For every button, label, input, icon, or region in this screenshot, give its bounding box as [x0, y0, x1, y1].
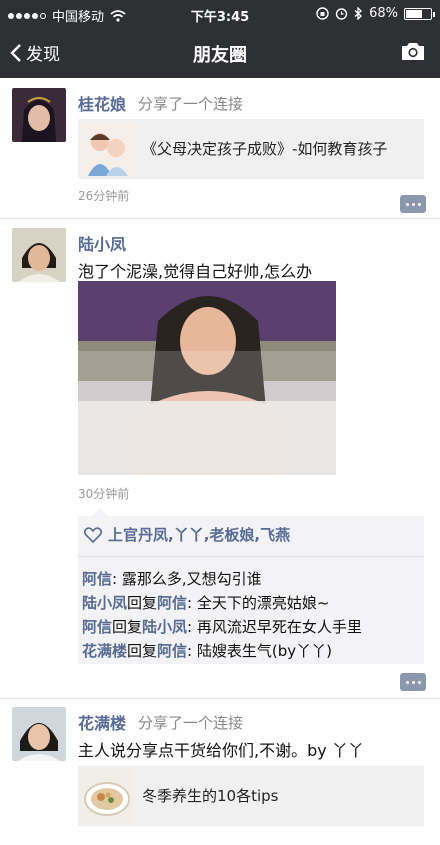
chevron-left-icon: [10, 43, 21, 62]
page-title: 朋友圈: [193, 45, 247, 66]
back-button[interactable]: 发现: [10, 40, 60, 65]
battery-icon: [404, 7, 435, 20]
camera-icon: [402, 43, 424, 60]
battery-percent: 68%: [369, 6, 398, 21]
avatar[interactable]: [12, 707, 66, 761]
bluetooth-icon: [354, 7, 363, 20]
author-name[interactable]: 花满楼: [78, 710, 126, 734]
back-label: 发现: [26, 45, 60, 65]
status-bar: 中国移动 下午3:45 68%: [0, 0, 440, 28]
moment-post: 花满楼 分享了一个连接 主人说分享点干货给你们,不谢。by 丫丫 冬季养生的10…: [0, 78, 440, 845]
link-title: 冬季养生的10各tips: [142, 787, 279, 805]
link-thumbnail: [80, 769, 134, 823]
shared-link-card[interactable]: 冬季养生的10各tips: [78, 766, 424, 826]
post-text: 主人说分享点干货给你们,不谢。by 丫丫: [78, 741, 364, 760]
camera-button[interactable]: [400, 40, 426, 66]
share-action-text: 分享了一个连接: [138, 714, 244, 732]
nav-bar: 发现 朋友圈: [0, 28, 440, 78]
orientation-lock-icon: [316, 7, 329, 20]
alarm-icon: [335, 8, 348, 20]
